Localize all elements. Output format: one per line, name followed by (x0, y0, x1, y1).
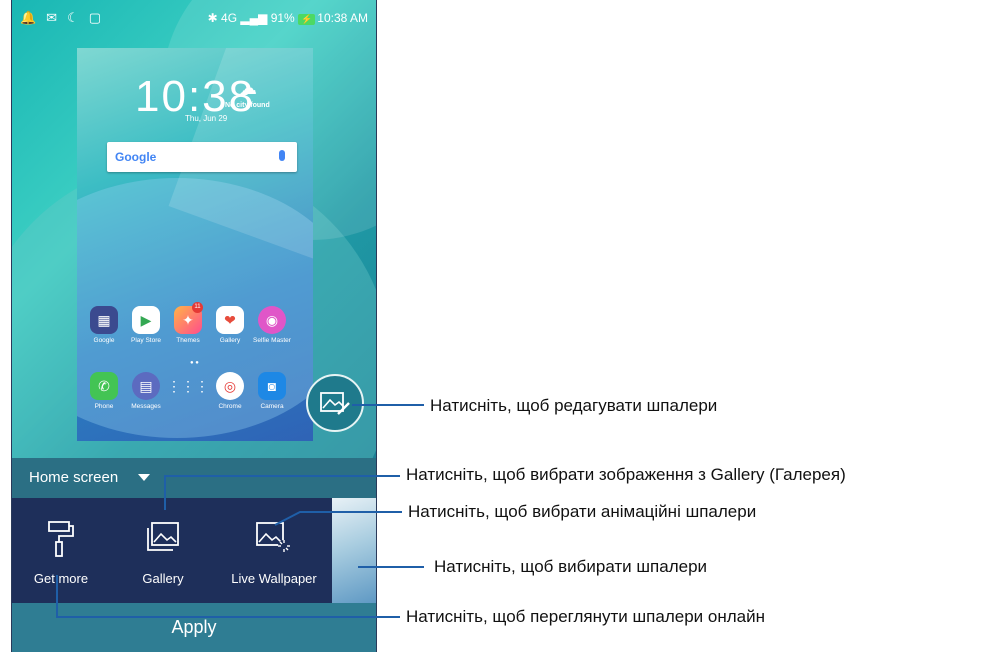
callout-edit: Натисніть, щоб редагувати шпалери (430, 396, 718, 415)
home-screen-preview: 10:38 ☁ No city found Thu, Jun 29 Google… (77, 48, 313, 441)
google-logo: Google (115, 150, 157, 164)
live-wallpaper-icon (256, 522, 290, 552)
folder-icon: ▦ (90, 306, 118, 334)
get-more-button[interactable]: Get more (12, 498, 110, 603)
weather-text: No city found (225, 102, 270, 109)
edit-wallpaper-button[interactable] (306, 374, 364, 432)
camera-icon: ◙ (258, 372, 286, 400)
selfie-icon: ◉ (258, 306, 286, 334)
wallpaper-thumbnail[interactable] (332, 498, 376, 603)
app-label: Messages (131, 403, 161, 410)
get-more-label: Get more (33, 571, 89, 586)
page-indicator: ● ● (190, 360, 199, 366)
callout-choose-wallpaper: Натисніть, щоб вибирати шпалери (434, 557, 708, 576)
app-google: ▦ Google (83, 306, 125, 344)
notification-icons: 🔔✉☾▢ (20, 10, 112, 25)
app-themes: ✦ 11 Themes (167, 302, 209, 344)
chrome-icon: ◎ (216, 372, 244, 400)
app-camera: ◙ Camera (251, 372, 293, 410)
mic-icon (279, 150, 285, 161)
app-drawer: ⋮⋮⋮ (167, 372, 209, 403)
cloud-icon: ☁ (239, 78, 257, 98)
gallery-icon: ❤ (216, 306, 244, 334)
live-wallpaper-button[interactable]: Live Wallpaper (226, 498, 322, 603)
app-drawer-icon: ⋮⋮⋮ (167, 377, 209, 394)
callout-gallery: Натисніть, щоб вибрати зображення з Gall… (406, 465, 846, 484)
callout-live-wallpaper: Натисніть, щоб вибрати анімаційні шпалер… (408, 502, 757, 521)
wallpaper-options-panel: Get more Gallery Live Wallpaper (12, 498, 376, 603)
app-play-store: ▶ Play Store (125, 306, 167, 344)
app-label: Themes (176, 337, 200, 344)
home-screen-label: Home screen (29, 469, 119, 486)
status-bar: 🔔✉☾▢ ✱ 4G ▂▄▆ 91% ⚡ 10:38 AM (12, 0, 376, 36)
app-label: Play Store (131, 337, 161, 344)
live-wallpaper-label: Live Wallpaper (231, 571, 317, 586)
app-label: Chrome (218, 403, 242, 410)
battery-percent: 91% (270, 11, 295, 25)
apply-button[interactable]: Apply (12, 603, 376, 652)
signal-icon: ▂▄▆ (240, 11, 268, 25)
app-label: Selfie Master (253, 337, 291, 344)
app-messages: ▤ Messages (125, 372, 167, 410)
paint-roller-icon (48, 521, 74, 557)
home-screen-selector[interactable]: Home screen (12, 458, 376, 498)
phone-screen: 🔔✉☾▢ ✱ 4G ▂▄▆ 91% ⚡ 10:38 AM 10:38 ☁ No c… (11, 0, 377, 652)
status-right: ✱ 4G ▂▄▆ 91% ⚡ 10:38 AM (208, 11, 368, 25)
callout-online: Натисніть, щоб переглянути шпалери онлай… (406, 607, 765, 626)
gallery-button[interactable]: Gallery (132, 498, 194, 603)
app-label: Camera (260, 403, 284, 410)
app-phone: ✆ Phone (83, 372, 125, 410)
battery-icon: ⚡ (298, 14, 316, 25)
app-label: Gallery (219, 337, 241, 344)
gallery-icon (147, 522, 179, 551)
app-label: Phone (94, 403, 114, 410)
date-text: Thu, Jun 29 (185, 114, 228, 123)
app-selfie-master: ◉ Selfie Master (251, 306, 293, 344)
app-gallery: ❤ Gallery (209, 306, 251, 344)
themes-badge: 11 (192, 302, 203, 313)
app-chrome: ◎ Chrome (209, 372, 251, 410)
status-time: 10:38 AM (317, 11, 368, 25)
messages-icon: ▤ (132, 372, 160, 400)
phone-icon: ✆ (90, 372, 118, 400)
google-search-bar: Google (107, 142, 297, 172)
bluetooth-icon: ✱ (207, 11, 218, 25)
app-label: Google (93, 337, 115, 344)
network-label: 4G (221, 11, 238, 25)
dropdown-arrow-icon (138, 474, 150, 481)
gallery-label: Gallery (142, 571, 184, 586)
edit-wallpaper-icon (320, 392, 350, 415)
play-store-icon: ▶ (132, 306, 160, 334)
